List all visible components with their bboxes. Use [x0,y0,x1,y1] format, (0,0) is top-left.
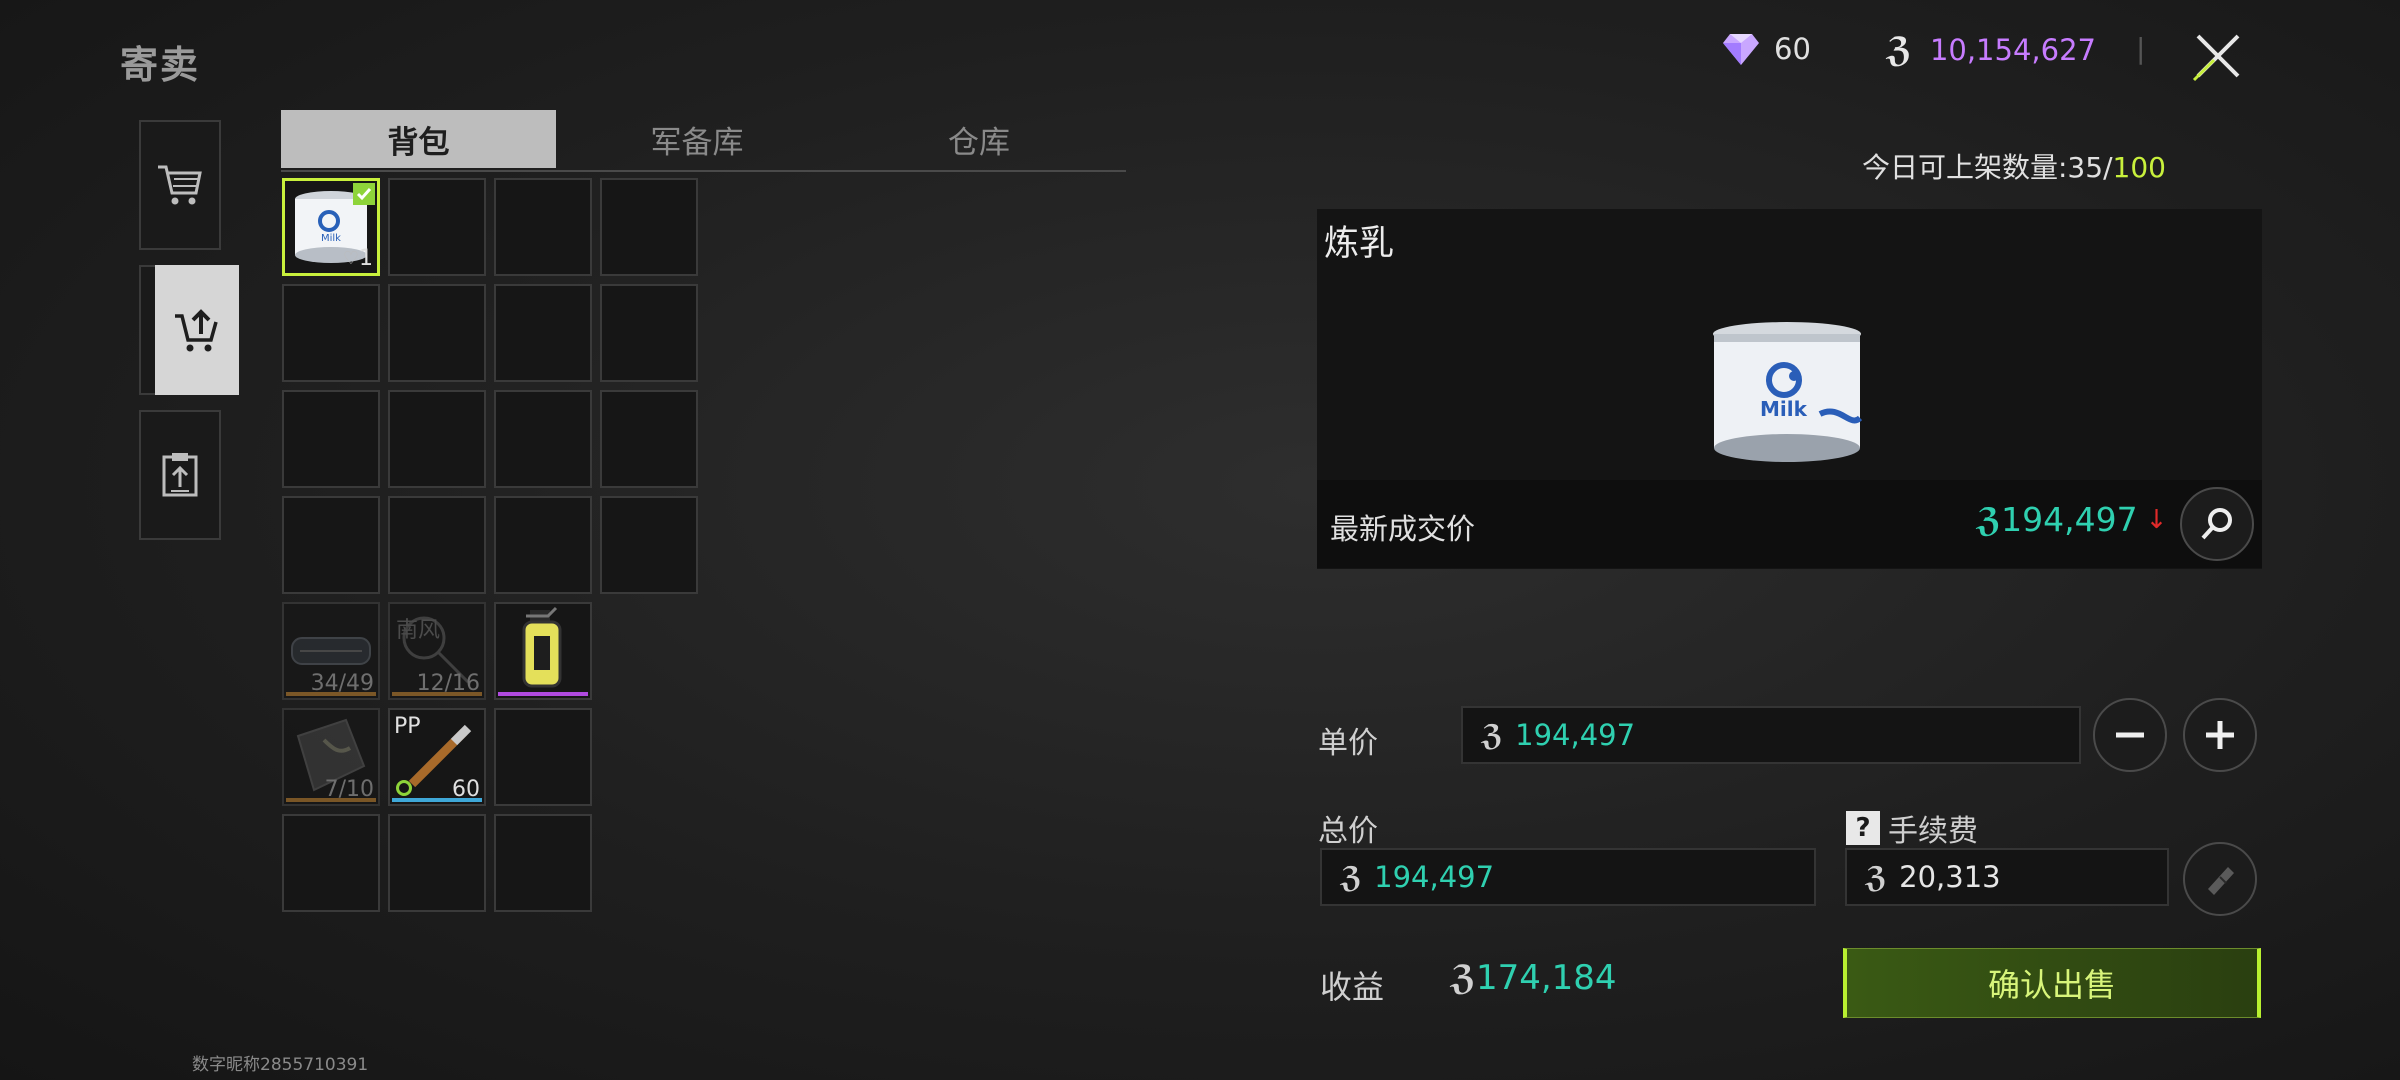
currency-balance: ℨ 10,154,627 [1886,30,2096,70]
unit-price-input[interactable]: ℨ 194,497 [1461,706,2081,764]
fee-value: 20,313 [1899,860,2001,894]
daily-limit-max: 100 [2112,151,2166,184]
inventory-slot[interactable] [388,390,486,488]
inventory-slot-keys[interactable]: 南风 12/16 [388,602,486,700]
gem-balance: 60 [1722,32,1811,66]
item-image: Milk [1710,318,1864,470]
item-label: 南风 [396,618,441,643]
tab-backpack[interactable]: 背包 [281,110,556,168]
profit: ℨ 174,184 [1450,958,1617,998]
clipboard-upload-icon [162,453,198,497]
profit-value: 174,184 [1475,958,1617,998]
coin-icon: ℨ [1886,30,1912,70]
coin-icon: ℨ [1450,958,1476,998]
total-price-value: 194,497 [1374,860,1495,894]
inventory-slot[interactable] [600,284,698,382]
rarity-bar [392,692,482,696]
inventory-slot[interactable] [494,814,592,912]
currency-amount: 10,154,627 [1929,33,2096,67]
inventory-slot[interactable] [282,284,380,382]
player-nickname: 数字昵称2855710391 [192,1055,369,1075]
help-icon[interactable]: ? [1846,811,1880,845]
coin-icon: ℨ [1340,860,1363,894]
daily-limit-label: 今日可上架数量:35/ [1862,151,2113,184]
milk-can-icon: Milk [1713,322,1863,462]
close-icon [2192,34,2240,82]
gem-count: 60 [1774,32,1811,66]
inventory-slot[interactable] [282,814,380,912]
sidebar-sell-tab-edge [139,265,155,395]
svg-text:Milk: Milk [321,233,341,244]
heart-icon: ♡ [342,248,359,269]
ring-icon [396,780,412,796]
selected-check-icon [353,183,375,205]
inventory-slot[interactable] [494,496,592,594]
inventory-slot[interactable] [494,708,592,806]
ticket-icon [2208,867,2234,895]
price-search-button[interactable] [2180,487,2254,561]
fee-field: ℨ 20,313 [1845,848,2169,906]
profit-label: 收益 [1320,968,1385,1006]
daily-listing-limit: 今日可上架数量:35/100 [1862,146,2166,186]
coin-icon: ℨ [1481,718,1504,752]
tab-warehouse[interactable]: 仓库 [838,110,1120,168]
plus-icon [2206,721,2234,749]
inventory-slot[interactable] [282,496,380,594]
inventory-slot[interactable] [494,390,592,488]
latest-price: ℨ 194,497 ↓ [1976,500,2167,539]
svg-text:Milk: Milk [1760,397,1808,421]
ammo-type-label: PP [394,714,421,739]
fee-coupon-button[interactable] [2183,842,2257,916]
inventory-slot[interactable] [388,814,486,912]
minus-icon [2116,732,2144,738]
rarity-bar [286,692,376,696]
tab-armory[interactable]: 军备库 [556,110,838,168]
fee-label: 手续费 [1888,814,1978,849]
inventory-slot[interactable] [600,496,698,594]
grenade-icon [522,606,562,688]
total-price-label: 总价 [1318,814,1378,849]
inventory-slot-condensed-milk[interactable]: Milk ♡ 1 [282,178,380,276]
sidebar-listings-button[interactable] [139,410,221,540]
inventory-slot[interactable] [388,178,486,276]
sidebar-sell-button[interactable] [155,265,239,395]
inventory-slot[interactable] [494,284,592,382]
inventory-slot-ammo[interactable]: PP 60 [388,708,486,806]
item-count: 1 [359,246,373,271]
header-divider: | [2136,32,2146,65]
inventory-slot[interactable] [388,496,486,594]
sidebar-buy-button[interactable] [139,120,221,250]
inventory-slot[interactable] [494,178,592,276]
increase-price-button[interactable] [2183,698,2257,772]
rarity-bar [286,798,376,802]
item-name: 炼乳 [1324,224,1395,264]
storage-tabs: 背包 军备库 仓库 [281,110,1126,172]
latest-price-value: 194,497 [2001,500,2138,539]
coin-icon: ℨ [1865,860,1888,894]
inventory-slot[interactable] [282,390,380,488]
decrease-price-button[interactable] [2093,698,2167,772]
latest-price-label: 最新成交价 [1330,512,1476,546]
inventory-slot[interactable] [600,178,698,276]
price-down-icon: ↓ [2145,504,2168,535]
cart-upload-icon [175,309,218,352]
inventory-slot-body-armor[interactable]: 34/49 [282,602,380,700]
search-icon [2201,508,2232,540]
inventory-slot-grenade[interactable] [494,602,592,700]
unit-price-label: 单价 [1318,726,1378,761]
inventory-slot-map-package[interactable]: 7/10 [282,708,380,806]
close-button[interactable] [2184,22,2252,90]
confirm-sell-button[interactable]: 确认出售 [1843,948,2261,1018]
coin-icon: ℨ [1976,500,2002,539]
gem-icon [1723,34,1759,65]
inventory-slot[interactable] [600,390,698,488]
page-title: 寄卖 [120,43,201,87]
rarity-bar [498,692,588,696]
cart-icon [158,165,202,205]
fee-header: ? 手续费 [1846,806,1978,850]
rarity-bar [392,798,482,802]
inventory-slot[interactable] [388,284,486,382]
total-price-field: ℨ 194,497 [1320,848,1816,906]
unit-price-value: 194,497 [1515,718,1636,752]
